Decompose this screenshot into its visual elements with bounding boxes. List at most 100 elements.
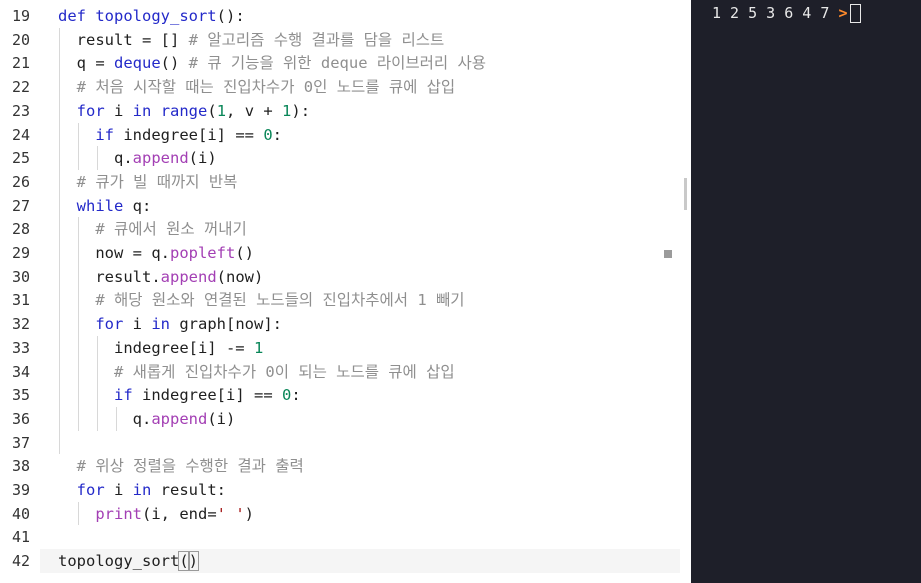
code-token: # 해당 원소와 연결된 노드들의 진입차추에서 1 빼기 — [95, 291, 465, 310]
code-token: , v + — [226, 101, 283, 120]
code-token: # 큐에서 원소 꺼내기 — [95, 220, 247, 239]
line-number: 42 — [11, 552, 30, 571]
code-line[interactable]: q = deque() # 큐 기능을 위한 deque 라이브러리 사용 — [58, 51, 486, 75]
line-number: 30 — [11, 267, 30, 286]
line-number: 41 — [11, 528, 30, 547]
code-token: (i) — [207, 409, 236, 428]
code-line[interactable]: indegree[i] -= 1 — [58, 336, 263, 360]
code-token: graph[now]: — [170, 315, 282, 334]
code-line[interactable]: for i in result: — [58, 478, 226, 502]
terminal-cursor[interactable] — [850, 4, 862, 23]
code-token: if — [114, 386, 133, 405]
code-line[interactable]: # 해당 원소와 연결된 노드들의 진입차추에서 1 빼기 — [58, 288, 465, 312]
line-number: 31 — [11, 291, 30, 310]
code-editor[interactable]: 19 20 21 22 23 24 25 26 27 28 29 30 31 32 33 34 35 36 37 38… — [0, 0, 687, 583]
code-token: result. — [58, 267, 161, 286]
code-token: 0 — [263, 125, 273, 144]
code-token: (i, end= — [142, 504, 217, 523]
code-line[interactable]: if indegree[i] == 0: — [58, 123, 282, 147]
overview-ruler-marker — [664, 250, 672, 258]
code-token: deque — [114, 54, 161, 73]
code-token: 0 — [281, 386, 292, 405]
line-number: 19 — [11, 7, 30, 25]
code-token: append — [132, 149, 189, 168]
code-token: (now) — [216, 267, 264, 286]
line-number: 21 — [11, 54, 30, 73]
code-token: while — [76, 196, 124, 215]
indent-guide — [78, 501, 79, 526]
code-line[interactable]: for i in graph[now]: — [58, 312, 282, 336]
code-token: : — [272, 125, 282, 144]
code-token: q: — [123, 196, 152, 215]
terminal-line: 1 2 5 3 6 4 7 > — [712, 2, 862, 24]
code-token: ' ' — [216, 504, 245, 523]
line-number: 20 — [11, 30, 30, 49]
code-line[interactable]: while q: — [58, 194, 152, 218]
code-line[interactable]: now = q.popleft() — [58, 241, 254, 265]
line-number: 26 — [11, 172, 30, 191]
line-number: 34 — [11, 362, 30, 381]
code-line[interactable]: q.append(i) — [58, 407, 236, 431]
code-token: for — [76, 481, 105, 499]
code-token: q = — [58, 54, 114, 73]
code-line[interactable]: result = [] # 알고리즘 수행 결과를 담을 리스트 — [58, 28, 445, 52]
code-token: # 처음 시작할 때는 진입차수가 0인 노드를 큐에 삽입 — [76, 78, 456, 97]
line-number: 23 — [11, 101, 30, 120]
code-line[interactable]: # 새롭게 진입차수가 0이 되는 노드를 큐에 삽입 — [58, 360, 455, 384]
terminal-output: 1 2 5 3 6 4 7 — [712, 4, 830, 22]
code-token: ) — [244, 504, 254, 523]
code-token: : — [291, 386, 301, 405]
code-line[interactable]: topology_sort() — [58, 549, 200, 573]
code-token: i — [104, 101, 133, 120]
code-token: 1 — [282, 101, 292, 120]
code-token: () — [160, 54, 189, 73]
code-line[interactable]: if indegree[i] == 0: — [58, 383, 301, 407]
indent-guide — [59, 27, 60, 455]
code-token: in — [151, 315, 170, 334]
code-token: in — [132, 101, 152, 120]
code-token: popleft — [169, 244, 236, 262]
code-token: i — [123, 315, 152, 334]
code-line[interactable]: print(i, end=' ') — [58, 502, 254, 526]
code-token: indegree[i] == — [114, 125, 264, 144]
code-token: 1 — [253, 338, 264, 357]
code-token: (): — [216, 7, 245, 25]
code-token: if — [95, 125, 114, 144]
code-line[interactable]: # 위상 정렬을 수행한 결과 출력 — [58, 454, 304, 478]
line-number: 29 — [11, 244, 30, 262]
code-token: # 알고리즘 수행 결과를 담을 리스트 — [188, 30, 445, 49]
line-number: 37 — [11, 433, 30, 452]
code-token: def — [58, 7, 96, 25]
code-token: topology_sort — [95, 7, 217, 25]
code-token: result: — [151, 481, 226, 499]
indent-guide — [97, 146, 98, 170]
code-line[interactable]: result.append(now) — [58, 265, 263, 289]
line-number: 39 — [11, 481, 30, 499]
code-token: # 새롭게 진입차수가 0이 되는 노드를 큐에 삽입 — [114, 362, 455, 381]
code-line[interactable]: def topology_sort(): — [58, 4, 245, 28]
terminal-panel[interactable]: 1 2 5 3 6 4 7 > — [691, 0, 921, 583]
code-line[interactable]: # 큐에서 원소 꺼내기 — [58, 217, 247, 241]
code-token: now = q. — [58, 244, 170, 262]
code-token: print — [95, 504, 142, 523]
code-line[interactable]: # 처음 시작할 때는 진입차수가 0인 노드를 큐에 삽입 — [58, 75, 456, 99]
code-token: () — [235, 244, 254, 262]
code-line[interactable]: q.append(i) — [58, 146, 217, 170]
line-number: 28 — [11, 220, 30, 239]
code-token: ( — [207, 101, 217, 120]
code-line[interactable]: for i in range(1, v + 1): — [58, 99, 310, 123]
code-token: ( — [178, 551, 190, 572]
code-token: in — [132, 481, 152, 499]
scrollbar[interactable] — [684, 178, 687, 210]
indent-guide — [97, 335, 98, 431]
code-line[interactable]: # 큐가 빌 때까지 반복 — [58, 170, 238, 194]
